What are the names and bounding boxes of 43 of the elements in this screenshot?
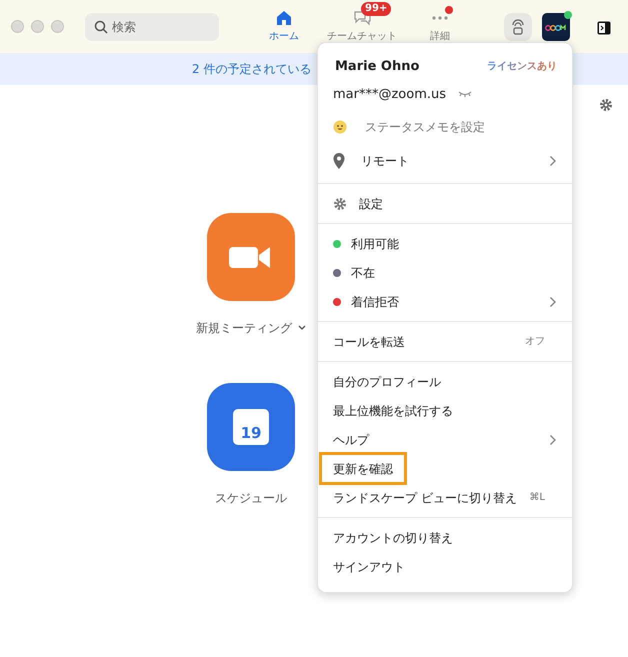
menu-item[interactable]: アカウントの切り替え <box>318 523 572 552</box>
hidden-eye-icon[interactable] <box>458 91 472 98</box>
home-icon <box>276 10 292 26</box>
menu-item[interactable]: 最上位機能を試行する <box>318 396 572 425</box>
search-icon <box>94 20 108 34</box>
chevron-down-icon[interactable] <box>298 325 306 331</box>
action-label: 新規ミーティング <box>196 320 292 337</box>
menu-item[interactable]: 更新を確認 <box>321 454 405 483</box>
location-pin-icon <box>333 153 345 169</box>
search-field[interactable]: 検索 <box>85 12 219 40</box>
nav-tab[interactable]: 詳細 <box>401 10 479 44</box>
settings-icon <box>333 196 347 210</box>
email-text: mar***@zoom.us <box>333 86 446 104</box>
profile-avatar[interactable] <box>542 12 570 40</box>
new-meeting-button[interactable] <box>207 213 295 301</box>
unread-count: 99+ <box>361 2 392 16</box>
schedule-button[interactable]: 19 <box>207 383 295 471</box>
settings-button[interactable] <box>598 97 614 113</box>
device-icon <box>511 18 525 34</box>
menu-item[interactable]: ヘルプ <box>318 425 572 454</box>
nav-tab[interactable]: ホーム <box>245 10 323 44</box>
menu-item[interactable]: リモート <box>318 144 572 178</box>
sidebar-toggle-button[interactable] <box>596 20 610 34</box>
settings-icon <box>599 98 613 112</box>
sidebar-icon <box>597 20 611 34</box>
menu-item[interactable]: 不在 <box>318 258 572 287</box>
calendar-icon: 19 <box>233 409 269 445</box>
banner-text[interactable]: 2 件の予定されている <box>192 60 312 78</box>
action-label: スケジュール <box>215 490 287 507</box>
chat-icon <box>353 10 371 26</box>
menu-item[interactable]: 自分のプロフィール <box>318 367 572 396</box>
menu-item[interactable]: サインアウト <box>318 552 572 581</box>
menu-item[interactable]: 設定 <box>318 189 572 218</box>
menu-item[interactable]: ステータスメモを設定 <box>318 110 572 144</box>
menu-item[interactable]: コールを転送 オフ <box>318 327 572 356</box>
user-name: Marie Ohno <box>335 58 420 76</box>
more-icon <box>432 16 448 20</box>
contact-center-button[interactable] <box>504 12 532 40</box>
menu-item[interactable]: 利用可能 <box>318 229 572 258</box>
menu-item[interactable]: 着信拒否 <box>318 287 572 316</box>
menu-item[interactable]: ランドスケープ ビューに切り替え ⌘L <box>318 483 572 512</box>
emoji-icon <box>333 120 347 134</box>
video-camera-icon <box>229 244 273 270</box>
